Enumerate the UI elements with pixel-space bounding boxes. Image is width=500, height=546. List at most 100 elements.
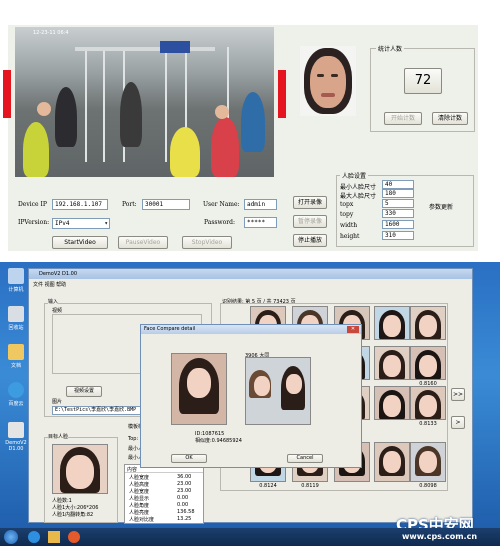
- result-thumbnail[interactable]: [374, 346, 410, 380]
- username-input[interactable]: admin: [244, 199, 277, 210]
- browser-icon[interactable]: [28, 531, 40, 543]
- password-label: Password:: [204, 219, 235, 226]
- video-timestamp: 12-23-11 06:4: [33, 30, 69, 36]
- prev-page-button[interactable]: >: [451, 416, 465, 429]
- app-titlebar: DemoV2 D1.00: [29, 269, 472, 279]
- desktop-icon-cloud[interactable]: 百度云: [2, 382, 30, 407]
- result-thumbnail[interactable]: [374, 386, 410, 420]
- result-score: 0.8098: [419, 483, 437, 489]
- recycle-bin-icon: [8, 306, 24, 322]
- watermark-url: www.cps.com.cn: [402, 532, 478, 541]
- left-red-marker: [3, 70, 11, 118]
- media-icon[interactable]: [68, 531, 80, 543]
- dialog-title: Face Compare detail: [144, 326, 196, 332]
- topx-label: topx: [340, 201, 354, 208]
- table-cell: 13.25: [177, 516, 192, 522]
- max-face-input[interactable]: 180: [382, 189, 414, 198]
- face-count: 人脸数:1: [52, 498, 72, 504]
- count-group-label: 统计人数: [376, 44, 405, 53]
- stop-video-button[interactable]: StopVideo: [182, 236, 232, 249]
- close-icon[interactable]: ✕: [347, 326, 359, 333]
- table-row: 人脸显示: [129, 496, 150, 502]
- app-title: DemoV2 D1.00: [39, 271, 78, 277]
- pause-record-button[interactable]: 暂停录像: [293, 215, 327, 228]
- result-score: 0.8124: [259, 483, 277, 489]
- height-label: height: [340, 233, 360, 240]
- table-cell: 0.00: [177, 495, 189, 501]
- topy-input[interactable]: 330: [382, 209, 414, 218]
- start-button[interactable]: [4, 530, 18, 544]
- dialog-score: 相似度:0.94685924: [195, 438, 242, 444]
- face-compare-dialog: Face Compare detail ✕ 3906 大同 ID:1087615…: [140, 324, 362, 468]
- table-cell: 136.58: [177, 509, 195, 515]
- table-cell: 0.00: [177, 502, 189, 508]
- desktop-icon-recycle[interactable]: 回收站: [2, 306, 30, 331]
- dialog-match-image: [245, 357, 311, 425]
- properties-table: 内容 人脸宽度 36.00 人脸高度 23.00 人脸宽度 23.00 人脸显示…: [124, 464, 204, 524]
- cancel-button[interactable]: Cancel: [287, 454, 323, 463]
- target-face-image: [52, 444, 108, 494]
- result-thumbnail[interactable]: [410, 346, 446, 380]
- top-screenshot: 12-23-11 06:4 统计人数 72 开始计数 清除计数 Device I…: [0, 0, 500, 258]
- table-row: 人脸宽度: [129, 489, 150, 495]
- computer-icon: [8, 268, 24, 284]
- result-thumbnail[interactable]: [410, 442, 446, 482]
- ok-button[interactable]: OK: [171, 454, 207, 463]
- dialog-template-image: [171, 353, 227, 425]
- topy-label: topy: [340, 211, 354, 218]
- right-red-marker: [278, 70, 286, 118]
- desktop-icon-docs[interactable]: 文档: [2, 344, 30, 369]
- table-row: 人脸高度: [129, 482, 150, 488]
- image-label: 图片: [52, 399, 63, 405]
- input-group-label: 输入: [48, 298, 59, 305]
- height-input[interactable]: 310: [382, 231, 414, 240]
- desktop-icon-demo[interactable]: DemoV2 D1.00: [2, 422, 30, 452]
- pause-video-button[interactable]: PauseVideo: [118, 236, 168, 249]
- table-row: 人脸角度: [129, 503, 150, 509]
- port-label: Port:: [122, 201, 137, 208]
- result-thumbnail[interactable]: [374, 306, 410, 340]
- ipversion-select[interactable]: IPv4 ▾: [52, 218, 110, 229]
- target-face-label: 目标人脸: [48, 433, 69, 440]
- width-input[interactable]: 1600: [382, 220, 414, 229]
- stop-play-button[interactable]: 停止播放: [293, 234, 327, 247]
- max-face-label: 最大人脸尺寸: [340, 193, 377, 200]
- clear-count-button[interactable]: 清除计数: [432, 112, 468, 125]
- taskbar: www.cps.com.cn: [0, 528, 500, 546]
- cloud-icon: [8, 382, 24, 398]
- menu-bar[interactable]: 文件 视图 帮助: [33, 281, 66, 288]
- video-label: 视频: [52, 308, 63, 314]
- min-face-label: 最小人脸尺寸: [340, 184, 377, 191]
- start-count-button[interactable]: 开始计数: [384, 112, 422, 125]
- result-score: 0.8133: [419, 421, 437, 427]
- video-settings-button[interactable]: 视频设置: [66, 386, 102, 397]
- table-cell: 23.00: [177, 488, 192, 494]
- folder-icon: [8, 344, 24, 360]
- open-record-button[interactable]: 打开录像: [293, 196, 327, 209]
- param-update-button[interactable]: 参数更新: [420, 202, 462, 215]
- dialog-titlebar: Face Compare detail ✕: [141, 325, 361, 334]
- result-score: 0.8119: [301, 483, 319, 489]
- result-thumbnail[interactable]: [410, 306, 446, 340]
- port-input[interactable]: 30001: [142, 199, 190, 210]
- result-thumbnail[interactable]: [410, 386, 446, 420]
- password-input[interactable]: *****: [244, 217, 277, 228]
- table-cell: 23.00: [177, 481, 192, 487]
- next-page-button[interactable]: >>: [451, 388, 465, 401]
- face-size: 人脸1大小:206*206: [52, 505, 99, 511]
- desktop-icon-computer[interactable]: 计算机: [2, 268, 30, 293]
- min-face-input[interactable]: 40: [382, 180, 414, 189]
- folder-icon[interactable]: [48, 531, 60, 543]
- count-display: 72: [404, 68, 442, 94]
- device-ip-label: Device IP: [18, 201, 47, 208]
- topx-input[interactable]: 5: [382, 199, 414, 208]
- username-label: User Name:: [203, 201, 240, 208]
- chevron-down-icon: ▾: [104, 220, 108, 227]
- ipversion-value: IPv4: [55, 220, 70, 227]
- ipversion-label: IPVersion:: [18, 219, 50, 226]
- start-video-button[interactable]: StartVideo: [52, 236, 108, 249]
- result-thumbnail[interactable]: [374, 442, 410, 482]
- image-path-input[interactable]: E:\TestPics\李嘉欣\李嘉欣.BMP: [52, 406, 142, 415]
- device-ip-input[interactable]: 192.168.1.107: [52, 199, 108, 210]
- app-icon: [8, 422, 24, 438]
